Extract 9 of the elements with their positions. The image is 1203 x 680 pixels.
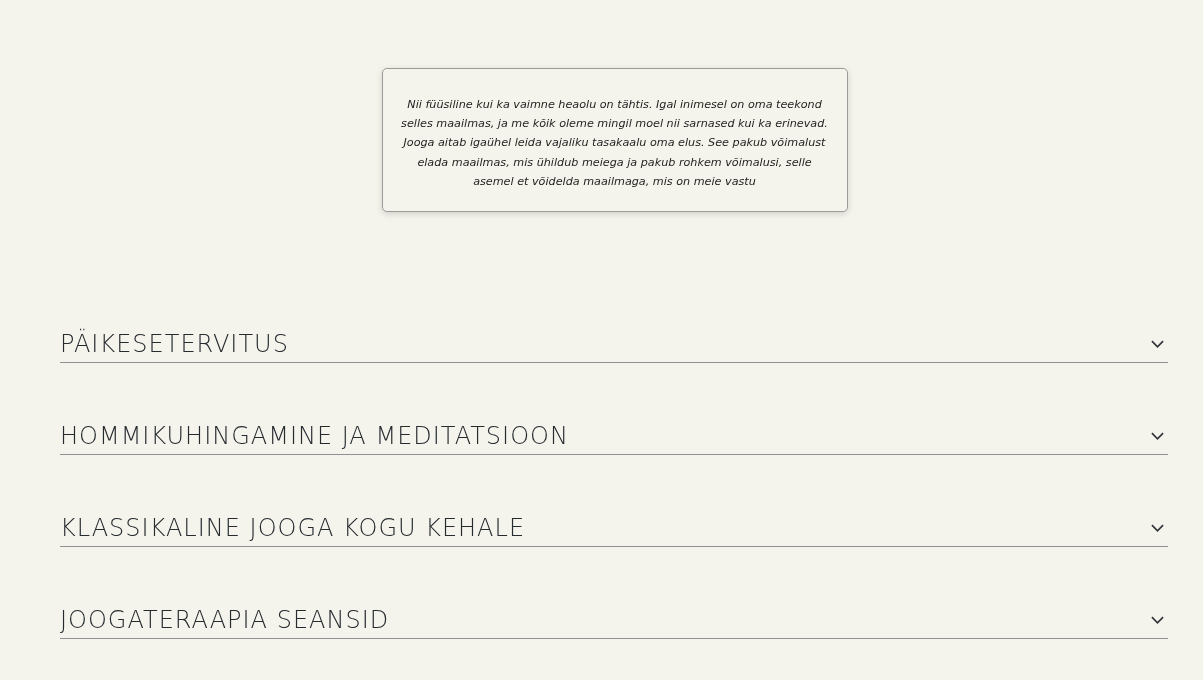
section-title: JOOGATERAAPIA SEANSID	[60, 606, 390, 634]
section-title: HOMMIKUHINGAMINE JA MEDITATSIOON	[60, 422, 569, 450]
intro-card: Nii füüsiline kui ka vaimne heaolu on tähtis. Igal inimesel on oma teekond selles maailmas, ja me kõik oleme mingil moel nii sarnased kui ka erinevad. Jooga aitab igaühel leida vajaliku tasakaalu oma elus. See pakub võimalust elada maailmas, mis ühildub meiega ja pakub rohkem võimalusi, selle asemel et võidelda maailmaga, mis on meie vastu	[381, 68, 848, 212]
accordion-header[interactable]: JOOGATERAAPIA SEANSID	[60, 605, 1168, 639]
accordion-header[interactable]: PÄIKESETERVITUS	[60, 329, 1168, 363]
section-title: KLASSIKALINE JOOGA KOGU KEHALE	[60, 514, 526, 542]
section-title: PÄIKESETERVITUS	[60, 330, 289, 358]
accordion-header[interactable]: KLASSIKALINE JOOGA KOGU KEHALE	[60, 513, 1168, 547]
accordion-header[interactable]: HOMMIKUHINGAMINE JA MEDITATSIOON	[60, 421, 1168, 455]
